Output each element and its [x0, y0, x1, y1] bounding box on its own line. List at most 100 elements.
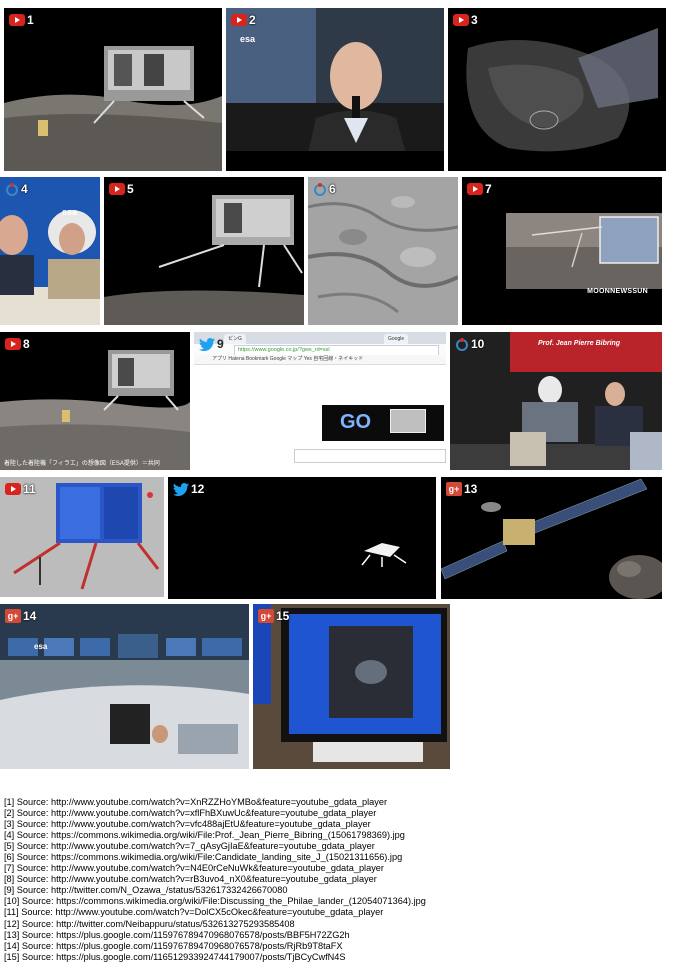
- source-line: [8] Source: http://www.youtube.com/watch…: [4, 874, 377, 885]
- lander-descent-image: [104, 177, 304, 325]
- image-tile-13[interactable]: g+ 13: [441, 477, 662, 599]
- image-tile-3[interactable]: 3: [448, 8, 666, 171]
- tile-badge: 11: [5, 482, 36, 496]
- monitor-closeup-image: [253, 604, 450, 769]
- browser-page: GO: [194, 365, 446, 470]
- comet-surface-image: [308, 177, 458, 325]
- image-tile-4[interactable]: 4 esa: [0, 177, 100, 325]
- youtube-icon: [467, 183, 483, 195]
- image-tile-12[interactable]: 12: [168, 477, 436, 599]
- tile-number: 13: [464, 482, 478, 496]
- tile-number: 11: [23, 482, 36, 496]
- channel-watermark: MOONNEWSSUN: [587, 288, 648, 295]
- tile-badge: 6: [313, 182, 336, 196]
- source-line: [12] Source: http://twitter.com/Neibappu…: [4, 918, 295, 929]
- source-line: [6] Source: https://commons.wikimedia.or…: [4, 852, 403, 863]
- browser-bookmarks-bar: アプリ Hatena Bookmark Google マップ Yes 自宅回線・…: [194, 355, 446, 365]
- tile-badge: 7: [467, 182, 492, 196]
- image-tile-15[interactable]: g+ 15: [253, 604, 450, 769]
- image-tile-8[interactable]: 8 着陸した着陸機「フィラエ」の想像図（ESA提供）＝共同: [0, 332, 190, 470]
- tile-badge: g+ 15: [258, 609, 289, 623]
- source-line: [1] Source: http://www.youtube.com/watch…: [4, 797, 388, 807]
- tile-badge: 10: [455, 337, 484, 351]
- source-line: [14] Source: https://plus.google.com/115…: [4, 940, 343, 951]
- lander-surface-image: [0, 332, 190, 470]
- google-doodle: GO: [322, 405, 444, 441]
- youtube-icon: [5, 338, 21, 350]
- wikimedia-icon: [5, 182, 19, 196]
- image-tile-5[interactable]: 5: [104, 177, 304, 325]
- tile-number: 12: [191, 482, 205, 496]
- wikimedia-icon: [455, 337, 469, 351]
- tile-badge: g+ 14: [5, 609, 36, 623]
- image-caption: 着陸した着陸機「フィラエ」の想像図（ESA提供）＝共同: [4, 461, 160, 467]
- image-tile-14[interactable]: g+ 14 esa: [0, 604, 249, 769]
- tile-number: 7: [485, 182, 492, 196]
- tile-number: 8: [23, 337, 30, 351]
- press-conference-image: [0, 177, 100, 325]
- browser-screenshot: ピンG Google https://www.google.co.jp/?gws…: [194, 332, 446, 470]
- mission-control-room-image: [0, 604, 249, 769]
- lander-render-image: [4, 8, 222, 171]
- image-tile-7[interactable]: 7 MOONNEWSSUN: [462, 177, 662, 325]
- image-tile-11[interactable]: 11: [0, 477, 164, 597]
- comet-closeup-image: [448, 8, 666, 171]
- esa-logo: esa: [34, 642, 48, 651]
- speaker-photo-image: [226, 8, 444, 171]
- source-line: [10] Source: https://commons.wikimedia.o…: [4, 896, 426, 907]
- source-line: [7] Source: http://www.youtube.com/watch…: [4, 863, 384, 874]
- tile-number: 6: [329, 182, 336, 196]
- image-tile-9[interactable]: ピンG Google https://www.google.co.jp/?gws…: [194, 332, 446, 470]
- browser-tab: Google: [384, 334, 409, 344]
- tile-number: 14: [23, 609, 37, 623]
- wikimedia-icon: [313, 182, 327, 196]
- tile-badge: 8: [5, 337, 30, 351]
- panel-discussion-image: [450, 332, 662, 470]
- source-line: [3] Source: http://www.youtube.com/watch…: [4, 819, 371, 830]
- googleplus-icon: g+: [258, 609, 274, 623]
- googleplus-icon: g+: [446, 482, 462, 496]
- tile-number: 2: [249, 13, 256, 27]
- source-line: [11] Source: http://www.youtube.com/watc…: [4, 907, 384, 918]
- tile-number: 10: [471, 337, 485, 351]
- image-tile-2[interactable]: 2 esa: [226, 8, 444, 171]
- esa-logo: esa: [240, 34, 256, 44]
- tile-badge: g+ 13: [446, 482, 477, 496]
- tile-number: 15: [276, 609, 290, 623]
- tile-badge: 9: [199, 337, 224, 351]
- image-tile-1[interactable]: 1: [4, 8, 222, 171]
- source-line: [2] Source: http://www.youtube.com/watch…: [4, 808, 377, 819]
- source-list: [1] Source: http://www.youtube.com/watch…: [4, 797, 670, 963]
- twitter-icon: [173, 482, 189, 496]
- tile-number: 4: [21, 182, 28, 196]
- tile-badge: 5: [109, 182, 134, 196]
- youtube-icon: [231, 14, 247, 26]
- twitter-icon: [199, 337, 215, 351]
- image-tile-6[interactable]: 6: [308, 177, 458, 325]
- tile-number: 1: [27, 13, 34, 27]
- tile-number: 5: [127, 182, 134, 196]
- esa-logo: esa: [62, 207, 78, 217]
- tile-badge: 4: [5, 182, 28, 196]
- tile-badge: 12: [173, 482, 204, 496]
- tile-number: 3: [471, 13, 478, 27]
- browser-tab: ピンG: [224, 334, 246, 344]
- googleplus-icon: g+: [5, 609, 21, 623]
- doodle-lander: [390, 409, 426, 433]
- source-line: [15] Source: https://plus.google.com/116…: [4, 951, 346, 962]
- source-line: [9] Source: http://twitter.com/N_Ozawa_/…: [4, 885, 288, 896]
- tile-number: 9: [217, 337, 224, 351]
- youtube-icon: [453, 14, 469, 26]
- simulation-video-image: [462, 177, 662, 325]
- source-line: [13] Source: https://plus.google.com/115…: [4, 929, 350, 940]
- youtube-icon: [109, 183, 125, 195]
- tile-badge: 1: [9, 13, 34, 27]
- source-line: [4] Source: https://commons.wikimedia.or…: [4, 830, 405, 841]
- search-box: [294, 449, 446, 463]
- tile-badge: 3: [453, 13, 478, 27]
- youtube-icon: [9, 14, 25, 26]
- tile-badge: 2: [231, 13, 256, 27]
- stage-banner-text: Prof. Jean Pierre Bibring: [538, 340, 621, 347]
- image-tile-10[interactable]: 10 Prof. Jean Pierre Bibring: [450, 332, 662, 470]
- doodle-text: GO: [340, 411, 372, 433]
